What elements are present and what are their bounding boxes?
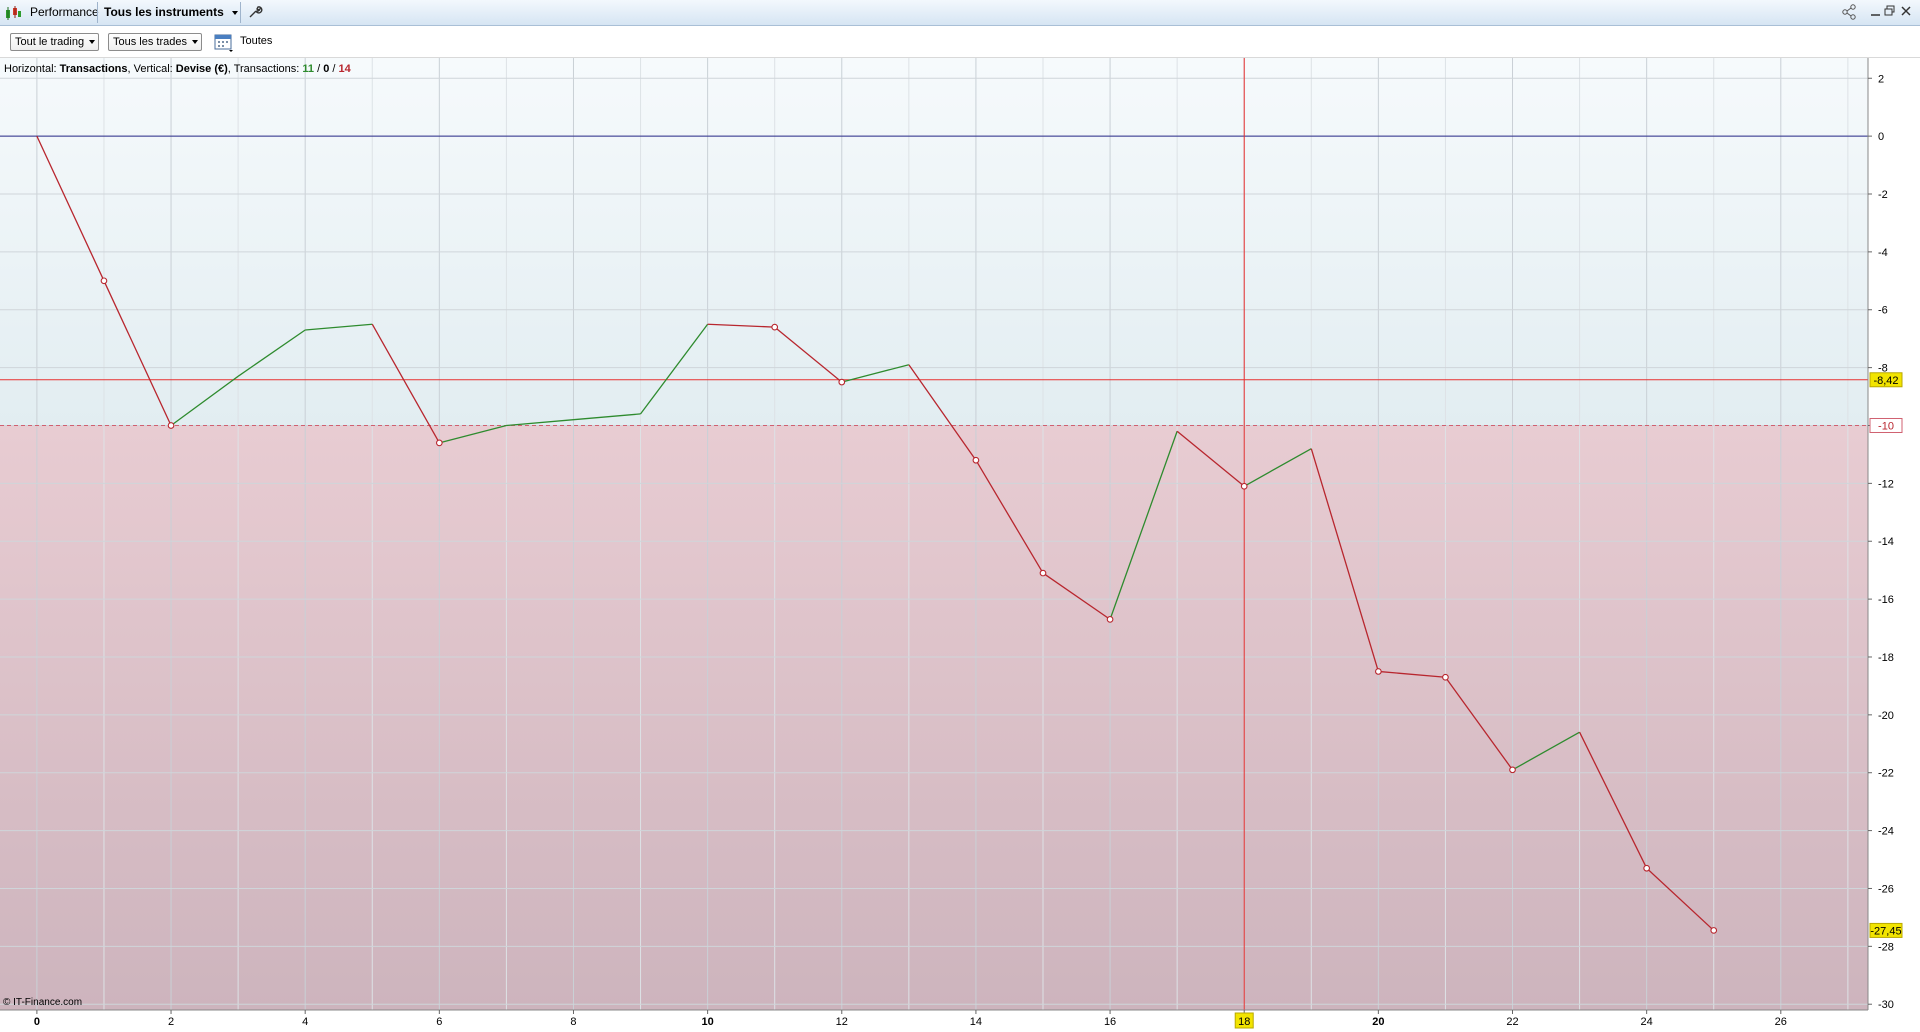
loss-point-marker (1106, 616, 1114, 623)
x-tick-label: 20 (1372, 1016, 1384, 1028)
y-tick-label: -24 (1878, 826, 1894, 838)
loss-point-marker (1442, 673, 1449, 681)
x-tick-label: 14 (970, 1016, 982, 1028)
y-tick-label: 2 (1878, 73, 1884, 85)
share-icon[interactable] (1841, 4, 1859, 23)
y-tick-label: -2 (1878, 189, 1888, 201)
trades-filter-dropdown[interactable]: Tous les trades (108, 33, 202, 51)
y-tick-label: -16 (1878, 594, 1894, 606)
loss-point-marker (1375, 668, 1382, 675)
x-tick-label: 22 (1506, 1016, 1518, 1028)
chevron-down-icon (191, 40, 198, 44)
close-icon[interactable] (1900, 4, 1912, 21)
x-tick-label: 24 (1641, 1016, 1653, 1028)
x-tick-label: 2 (168, 1016, 174, 1028)
x-tick-label: 6 (436, 1016, 442, 1028)
instrument-selector[interactable]: Tous les instruments (104, 0, 239, 25)
positive-zone-background (0, 58, 1868, 426)
trading-filter-label: Tout le trading (15, 36, 85, 48)
loss-point-marker (1039, 569, 1047, 577)
horizontal-value: Transactions (60, 63, 128, 75)
y-tick-label: -18 (1878, 652, 1894, 664)
loss-point-marker (838, 378, 846, 386)
y-tick-label: -20 (1878, 710, 1894, 722)
vertical-value: Devise (€) (176, 63, 228, 75)
y-tick-label: -14 (1878, 536, 1894, 548)
y-tick-label: -22 (1878, 768, 1894, 780)
x-tick-label: 4 (302, 1016, 308, 1028)
threshold-value-label: -10 (1878, 420, 1894, 432)
y-tick-label: -30 (1878, 999, 1894, 1011)
negative-zone-background (0, 425, 1868, 1010)
wins-count: 11 (302, 63, 314, 75)
count-separator: / (329, 63, 338, 75)
title-bar: Performance Tous les instruments (0, 0, 1920, 26)
calendar-icon[interactable] (214, 33, 234, 56)
x-tick-label: 0 (34, 1016, 40, 1028)
horizontal-prefix: Horizontal: (4, 63, 60, 75)
last-value-label: -27,45 (1870, 925, 1901, 937)
losses-count: 14 (338, 63, 351, 75)
copyright-text: © IT-Finance.com (3, 997, 82, 1008)
loss-point-marker (1240, 482, 1248, 490)
y-tick-label: -26 (1878, 883, 1894, 895)
loss-point-marker (1643, 864, 1651, 872)
x-tick-label: 26 (1775, 1016, 1787, 1028)
tab-performance[interactable]: Performance (30, 0, 99, 25)
chevron-down-icon (89, 40, 96, 44)
y-tick-label: -12 (1878, 478, 1894, 490)
x-tick-label: 8 (570, 1016, 576, 1028)
candlestick-icon (4, 5, 22, 21)
x-axis-panel (0, 1010, 1868, 1032)
loss-point-marker (167, 422, 175, 429)
separator (240, 2, 241, 23)
loss-point-marker (972, 456, 980, 464)
loss-point-marker (100, 277, 108, 285)
loss-point-marker (435, 439, 443, 447)
x-tick-label: 12 (836, 1016, 848, 1028)
chart-info-line: Horizontal: Transactions, Vertical: Devi… (4, 63, 352, 75)
y-tick-label: -28 (1878, 941, 1894, 953)
minimize-icon[interactable] (1870, 4, 1882, 21)
chevron-down-icon (232, 10, 239, 15)
y-axis-panel (1868, 58, 1920, 1032)
x-tick-label: 10 (702, 1016, 714, 1028)
separator (97, 2, 98, 23)
transactions-prefix: , Transactions: (228, 63, 303, 75)
count-separator: / (314, 63, 323, 75)
current-value-label: -8,42 (1873, 375, 1898, 387)
loss-point-marker (1710, 927, 1718, 934)
loss-point-marker (771, 323, 779, 331)
loss-point-marker (1509, 766, 1516, 774)
restore-icon[interactable] (1884, 4, 1896, 21)
wrench-icon[interactable] (247, 4, 263, 22)
filter-toolbar: Tout le trading Tous les trades Toutes (0, 26, 1920, 58)
y-tick-label: -6 (1878, 305, 1888, 317)
period-label[interactable]: Toutes (240, 35, 272, 47)
trading-filter-dropdown[interactable]: Tout le trading (10, 33, 100, 51)
cursor-x-label: 18 (1238, 1016, 1250, 1028)
trades-filter-label: Tous les trades (113, 36, 187, 48)
y-tick-label: -4 (1878, 247, 1888, 259)
equity-chart: 20-2-4-6-8-10-12-14-16-18-20-22-24-26-28… (0, 58, 1920, 1032)
vertical-prefix: , Vertical: (128, 63, 176, 75)
x-tick-label: 16 (1104, 1016, 1116, 1028)
instrument-selector-label: Tous les instruments (104, 5, 224, 19)
y-tick-label: 0 (1878, 131, 1884, 143)
